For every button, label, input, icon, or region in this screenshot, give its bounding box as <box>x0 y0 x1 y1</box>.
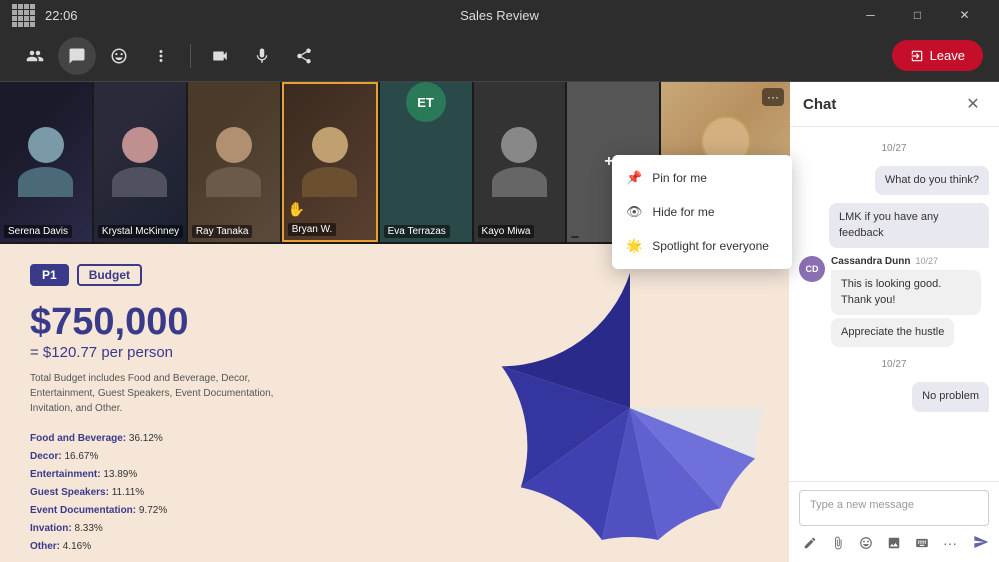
featured-options-button[interactable]: ··· <box>762 88 784 106</box>
teams-logo-icon <box>12 4 35 27</box>
msg-time-cassandra: 10/27 <box>915 256 938 266</box>
participant-serena[interactable]: Serena Davis <box>0 82 92 242</box>
participant-ray[interactable]: Ray Tanaka <box>188 82 280 242</box>
chat-toolbar: ··· <box>799 532 989 554</box>
chat-close-button[interactable]: ✕ <box>961 92 985 116</box>
window-controls: ─ □ ✕ <box>848 0 987 30</box>
msg-bubble-right-1: What do you think? <box>875 166 989 195</box>
meeting-time: 22:06 <box>45 8 78 23</box>
context-hide-label: Hide for me <box>653 205 715 219</box>
close-button[interactable]: ✕ <box>942 0 987 30</box>
spotlight-icon: 🌟 <box>626 238 642 254</box>
title-bar: 22:06 Sales Review ─ □ ✕ <box>0 0 999 30</box>
presentation-area: P1 Budget $750,000 = $120.77 per person … <box>0 244 790 562</box>
reactions-button[interactable] <box>100 37 138 75</box>
more-tools-button[interactable]: ··· <box>939 532 961 554</box>
msg-bubble-right-2: LMK if you have any feedback <box>829 203 989 248</box>
participant-kayo[interactable]: Kayo Miwa <box>474 82 566 242</box>
msg-sender-cassandra: Cassandra Dunn <box>831 256 910 267</box>
msg-left-content-cassandra: Cassandra Dunn 10/27 This is looking goo… <box>831 256 989 347</box>
item-invation-label: Invation: <box>30 523 74 534</box>
msg-date-2: 10/27 <box>799 359 989 370</box>
avatar-eva: ET <box>406 82 446 122</box>
image-button[interactable] <box>883 532 905 554</box>
msg-bubble-right-3: No problem <box>912 382 989 411</box>
pie-chart <box>495 273 765 543</box>
chat-panel: Chat ✕ 10/27 What do you think? LMK if y… <box>789 82 999 562</box>
main-area: Serena Davis Krystal McKinney Ray Tanaka <box>0 82 999 562</box>
participant-label-ray: Ray Tanaka <box>192 225 253 238</box>
divider <box>190 44 191 68</box>
pie-chart-container <box>490 264 770 552</box>
chat-title: Chat <box>803 96 836 113</box>
minimize-button[interactable]: ─ <box>848 0 893 30</box>
msg-left-cassandra: CD Cassandra Dunn 10/27 This is looking … <box>799 256 989 347</box>
item-food-label: Food and Beverage: <box>30 433 129 444</box>
badge-p1: P1 <box>30 264 69 286</box>
chat-input-area: Type a new message ··· <box>789 481 999 562</box>
maximize-button[interactable]: □ <box>895 0 940 30</box>
chat-header: Chat ✕ <box>789 82 999 127</box>
window-title: Sales Review <box>460 8 539 23</box>
participant-eva[interactable]: ET Eva Terrazas <box>380 82 472 242</box>
slide-description: Total Budget includes Food and Beverage,… <box>30 371 290 416</box>
participant-label-krystal: Krystal McKinney <box>98 225 183 238</box>
context-pin-label: Pin for me <box>652 171 707 185</box>
controls-bar: Leave <box>0 30 999 82</box>
pin-icon: 📌 <box>626 170 642 186</box>
people-button[interactable] <box>16 37 54 75</box>
send-button[interactable] <box>973 534 989 553</box>
badge-budget: Budget <box>77 264 142 286</box>
hand-raised-icon: ✋ <box>288 201 305 218</box>
more-button[interactable] <box>142 37 180 75</box>
participant-label-eva: Eva Terrazas <box>384 225 450 238</box>
more-label <box>571 236 579 238</box>
controls-left <box>16 37 323 75</box>
hide-icon: 👁 <box>626 204 643 220</box>
msg-cassandra-1: This is looking good. Thank you! <box>831 270 981 315</box>
context-pin[interactable]: 📌 Pin for me <box>612 161 792 195</box>
chat-messages: 10/27 What do you think? LMK if you have… <box>789 127 999 481</box>
item-speakers-label: Guest Speakers: <box>30 487 112 498</box>
item-entertainment-label: Entertainment: <box>30 469 103 480</box>
chat-input-box[interactable]: Type a new message <box>799 490 989 526</box>
emoji-button[interactable] <box>855 532 877 554</box>
msg-cassandra-2: Appreciate the hustle <box>831 318 954 347</box>
item-documentation-label: Event Documentation: <box>30 505 139 516</box>
participant-krystal[interactable]: Krystal McKinney <box>94 82 186 242</box>
context-menu: 📌 Pin for me 👁 Hide for me 🌟 Spotlight f… <box>612 155 792 269</box>
slide-content: P1 Budget $750,000 = $120.77 per person … <box>0 244 790 562</box>
participant-bryan[interactable]: ✋ Bryan W. <box>282 82 378 242</box>
title-bar-left: 22:06 <box>12 4 78 27</box>
attach-button[interactable] <box>827 532 849 554</box>
chat-placeholder: Type a new message <box>810 499 914 511</box>
keyboard-button[interactable] <box>911 532 933 554</box>
chat-button[interactable] <box>58 37 96 75</box>
msg-sender-row: Cassandra Dunn 10/27 <box>831 256 989 267</box>
mic-button[interactable] <box>243 37 281 75</box>
share-button[interactable] <box>285 37 323 75</box>
participant-label-serena: Serena Davis <box>4 225 72 238</box>
camera-button[interactable] <box>201 37 239 75</box>
participant-label-kayo: Kayo Miwa <box>478 225 535 238</box>
item-other-label: Other: <box>30 541 63 552</box>
context-spotlight[interactable]: 🌟 Spotlight for everyone <box>612 229 792 263</box>
context-hide[interactable]: 👁 Hide for me <box>612 195 792 229</box>
video-area: Serena Davis Krystal McKinney Ray Tanaka <box>0 82 790 562</box>
avatar-cassandra: CD <box>799 256 825 282</box>
msg-date-1: 10/27 <box>799 143 989 154</box>
leave-label: Leave <box>930 48 965 63</box>
item-decor-label: Decor: <box>30 451 64 462</box>
context-spotlight-label: Spotlight for everyone <box>652 239 769 253</box>
format-button[interactable] <box>799 532 821 554</box>
participant-label-bryan: Bryan W. <box>288 223 337 236</box>
leave-button[interactable]: Leave <box>892 40 983 71</box>
